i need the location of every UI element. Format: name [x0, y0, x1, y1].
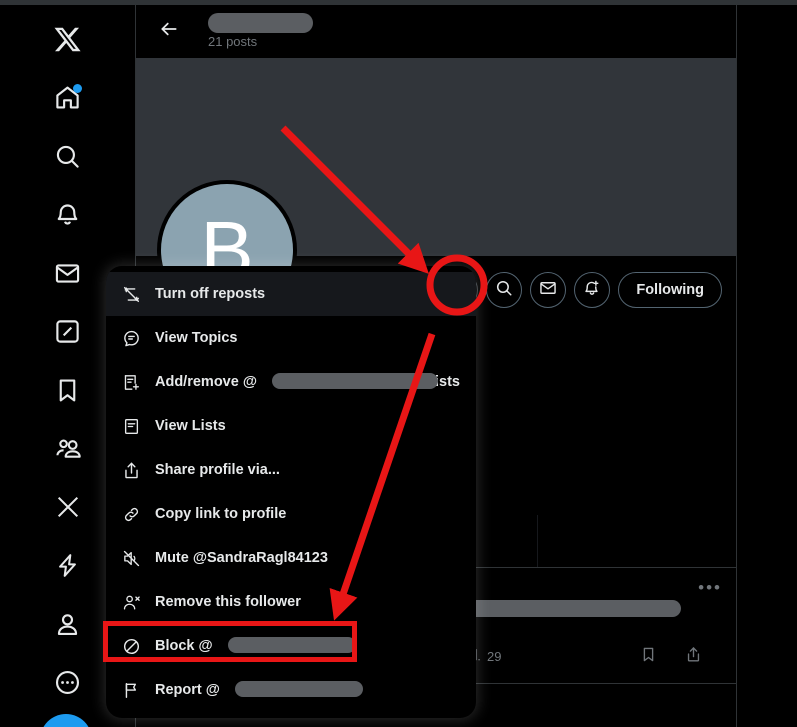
- bell-icon: [54, 201, 81, 228]
- repost-off-icon: [122, 285, 141, 304]
- bell-plus-icon: [583, 279, 601, 302]
- person-icon: [54, 611, 81, 638]
- tab-likes[interactable]: [538, 515, 736, 567]
- profile-search-button[interactable]: [486, 272, 523, 308]
- menu-item-remove-this-follower[interactable]: Remove this follower: [106, 580, 476, 624]
- back-button[interactable]: [152, 15, 186, 49]
- link-icon: [122, 505, 141, 524]
- menu-item-label: View Topics: [155, 330, 238, 346]
- menu-item-share-profile-via[interactable]: Share profile via...: [106, 448, 476, 492]
- sidebar-item-home[interactable]: [42, 72, 94, 124]
- app-root: 21 posts B Following ••• 29 Turn off rep…: [0, 0, 797, 727]
- menu-item-label: View Lists: [155, 418, 226, 434]
- x-logo-icon: [53, 25, 82, 54]
- list-add-icon: [122, 373, 141, 392]
- list-icon: [122, 417, 141, 436]
- menu-item-label: Mute @SandraRagl84123: [155, 550, 328, 566]
- post-text-redacted: [466, 600, 681, 617]
- block-icon: [122, 637, 141, 656]
- sidebar-item-messages[interactable]: [42, 247, 94, 299]
- envelope-icon: [539, 279, 557, 302]
- sidebar-item-profile[interactable]: [42, 598, 94, 650]
- menu-item-label: Turn off reposts: [155, 286, 266, 302]
- menu-item-label: Report @: [155, 682, 220, 698]
- sidebar-item-x-logo[interactable]: [42, 13, 94, 65]
- menu-item-view-lists[interactable]: View Lists: [106, 404, 476, 448]
- menu-item-add-remove-from-lists[interactable]: Add/remove @ from Lists: [106, 360, 476, 404]
- home-unread-badge: [72, 83, 82, 93]
- profile-message-button[interactable]: [530, 272, 567, 308]
- lightning-icon: [54, 552, 81, 579]
- post-share-button[interactable]: [685, 646, 702, 666]
- sidebar-item-notifications[interactable]: [42, 189, 94, 241]
- menu-item-redacted-handle: [271, 373, 438, 389]
- post-more-button[interactable]: •••: [698, 578, 722, 598]
- right-gutter: [737, 5, 797, 727]
- menu-item-label: Add/remove @: [155, 374, 257, 390]
- sidebar-item-premium[interactable]: [42, 481, 94, 533]
- menu-item-view-topics[interactable]: View Topics: [106, 316, 476, 360]
- communities-icon: [54, 435, 82, 463]
- ellipsis-circle-icon: [54, 669, 81, 696]
- menu-item-block[interactable]: Block @: [106, 624, 476, 668]
- sidebar-item-bookmarks[interactable]: [42, 364, 94, 416]
- profile-overflow-menu: Turn off reposts View Topics Add/remove …: [106, 266, 476, 718]
- post-action-bar: 29: [466, 646, 716, 666]
- bookmark-icon: [640, 646, 657, 666]
- flag-icon: [122, 681, 141, 700]
- menu-item-label: Remove this follower: [155, 594, 301, 610]
- post-views-count: 29: [487, 648, 502, 664]
- profile-header: 21 posts: [136, 5, 736, 58]
- sidebar-item-communities[interactable]: [42, 423, 94, 475]
- share-icon: [685, 646, 702, 666]
- sidebar-item-grok[interactable]: [42, 306, 94, 358]
- header-titles: 21 posts: [208, 13, 313, 49]
- search-icon: [54, 143, 81, 170]
- menu-item-mute[interactable]: Mute @SandraRagl84123: [106, 536, 476, 580]
- profile-posts-count: 21 posts: [208, 34, 258, 50]
- share-icon: [122, 461, 141, 480]
- menu-item-label: Block @: [155, 638, 213, 654]
- sidebar-item-explore[interactable]: [42, 130, 94, 182]
- mute-icon: [122, 549, 141, 568]
- sidebar-item-more[interactable]: [42, 657, 94, 709]
- menu-item-label: Copy link to profile: [155, 506, 287, 522]
- grok-icon: [54, 318, 81, 345]
- topics-icon: [122, 329, 141, 348]
- following-button[interactable]: Following: [618, 272, 722, 308]
- search-icon: [495, 279, 513, 302]
- menu-item-label: Share profile via...: [155, 462, 280, 478]
- x-premium-icon: [55, 494, 81, 520]
- menu-item-redacted-handle: [227, 637, 356, 653]
- back-arrow-icon: [159, 19, 179, 44]
- profile-display-name-redacted: [208, 13, 313, 34]
- remove-follower-icon: [122, 593, 141, 612]
- menu-item-copy-link-to-profile[interactable]: Copy link to profile: [106, 492, 476, 536]
- envelope-icon: [54, 260, 81, 287]
- profile-notify-button[interactable]: [574, 272, 611, 308]
- sidebar-item-verified-orgs[interactable]: [42, 540, 94, 592]
- bookmark-icon: [54, 377, 81, 404]
- menu-item-redacted-handle: [234, 681, 363, 697]
- menu-item-report[interactable]: Report @: [106, 668, 476, 712]
- post-bookmark-button[interactable]: [640, 646, 657, 666]
- menu-item-turn-off-reposts[interactable]: Turn off reposts: [106, 272, 476, 316]
